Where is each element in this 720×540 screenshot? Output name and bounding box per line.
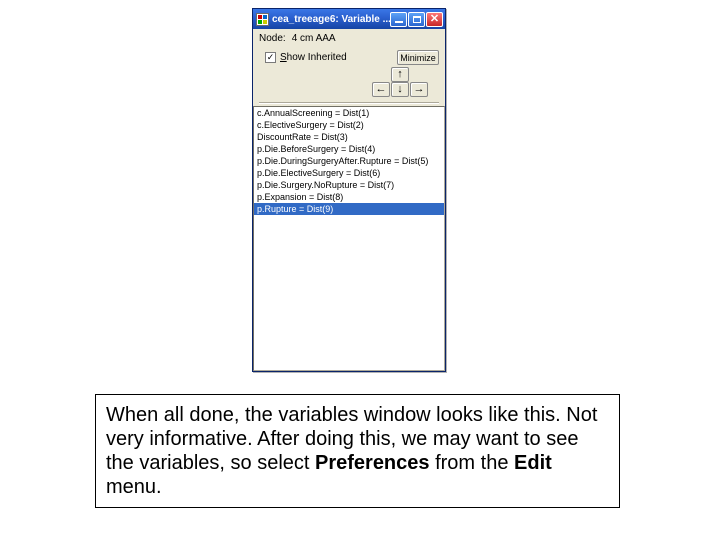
nav-up-button[interactable]: ↑ — [391, 67, 409, 82]
arrow-right-icon: → — [414, 84, 425, 95]
toolbar: Node: 4 cm AAA ✓ Show Inherited Minimize… — [253, 29, 445, 106]
close-button[interactable]: ✕ — [426, 12, 443, 27]
node-label: Node: — [259, 33, 286, 44]
arrow-down-icon: ↓ — [397, 84, 403, 95]
nav-right-button[interactable]: → — [410, 82, 428, 97]
show-inherited-checkbox[interactable]: ✓ Show Inherited — [265, 52, 347, 63]
list-item[interactable]: p.Die.Surgery.NoRupture = Dist(7) — [254, 179, 444, 191]
show-inherited-label: Show Inherited — [280, 52, 347, 63]
list-item[interactable]: p.Die.DuringSurgeryAfter.Rupture = Dist(… — [254, 155, 444, 167]
app-icon — [256, 13, 269, 26]
caption-line: When all done, the variables window look… — [106, 404, 518, 426]
list-item[interactable]: DiscountRate = Dist(3) — [254, 131, 444, 143]
variables-window: cea_treeage6: Variable ... ✕ Node: 4 cm … — [252, 8, 446, 372]
minimize-button[interactable] — [390, 12, 407, 27]
caption: When all done, the variables window look… — [95, 394, 620, 508]
list-item[interactable]: c.AnnualScreening = Dist(1) — [254, 107, 444, 119]
list-item[interactable]: p.Expansion = Dist(8) — [254, 191, 444, 203]
list-item[interactable]: p.Die.ElectiveSurgery = Dist(6) — [254, 167, 444, 179]
nav-cluster: Minimize ↑ ← ↓ → — [361, 50, 439, 98]
node-value: 4 cm AAA — [292, 33, 336, 44]
caption-text: from the — [430, 452, 514, 474]
variables-list[interactable]: c.AnnualScreening = Dist(1) c.ElectiveSu… — [253, 106, 445, 371]
nav-left-button[interactable]: ← — [372, 82, 390, 97]
close-icon: ✕ — [430, 14, 439, 25]
minimize-panel-button[interactable]: Minimize — [397, 50, 439, 65]
nav-down-button[interactable]: ↓ — [391, 82, 409, 97]
checkbox-icon: ✓ — [265, 52, 276, 63]
divider — [259, 102, 439, 104]
window-buttons: ✕ — [390, 12, 443, 27]
arrow-up-icon: ↑ — [397, 69, 403, 80]
arrow-left-icon: ← — [376, 84, 387, 95]
list-item[interactable]: c.ElectiveSurgery = Dist(2) — [254, 119, 444, 131]
window-title: cea_treeage6: Variable ... — [272, 14, 390, 25]
maximize-button[interactable] — [408, 12, 425, 27]
caption-edit: Edit — [514, 452, 552, 474]
titlebar[interactable]: cea_treeage6: Variable ... ✕ — [253, 9, 445, 29]
node-row: Node: 4 cm AAA — [259, 33, 439, 44]
list-item[interactable]: p.Die.BeforeSurgery = Dist(4) — [254, 143, 444, 155]
list-item[interactable]: p.Rupture = Dist(9) — [254, 203, 444, 215]
caption-text: menu. — [106, 476, 162, 498]
caption-preferences: Preferences — [315, 452, 430, 474]
